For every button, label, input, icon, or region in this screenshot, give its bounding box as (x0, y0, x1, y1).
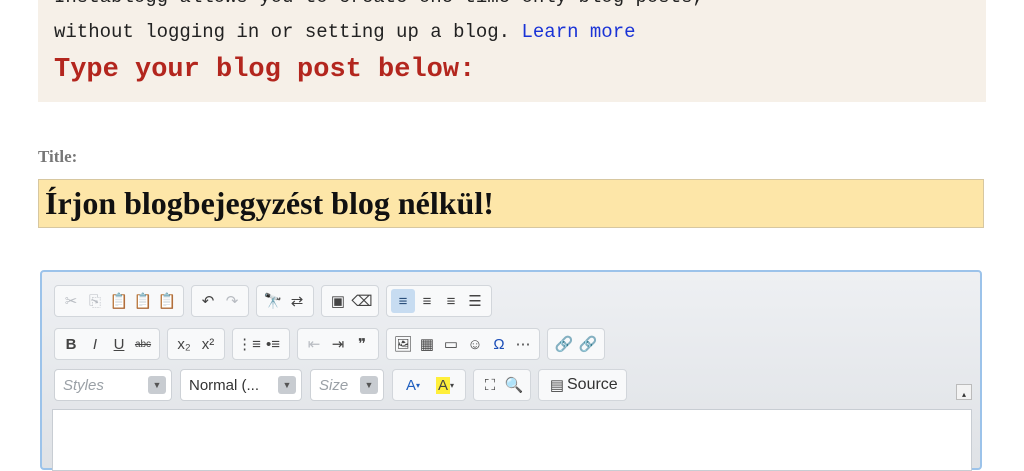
source-icon: ▤ (549, 377, 565, 394)
chevron-down-icon: ▼ (148, 376, 166, 394)
list-group: ⋮≡ •≡ (232, 328, 290, 360)
paste-word-icon[interactable]: 📋 (155, 289, 179, 313)
cut-icon[interactable]: ✂ (59, 289, 83, 313)
find-icon[interactable]: 🔭 (261, 289, 285, 313)
special-char-icon[interactable]: Ω (487, 332, 511, 356)
title-label: Title: (38, 147, 78, 166)
chevron-down-icon: ▼ (278, 376, 296, 394)
title-input[interactable] (38, 179, 984, 228)
justify-icon[interactable]: ☰ (463, 289, 487, 313)
select-all-icon[interactable]: ▣ (326, 289, 350, 313)
subscript-icon[interactable]: x₂ (172, 332, 196, 356)
remove-format-icon[interactable]: ⌫ (350, 289, 374, 313)
redo-icon[interactable]: ↷ (220, 289, 244, 313)
toolbar-row-3: Styles ▼ Normal (... ▼ Size ▼ A ▾ A ▾ ⛶ 🔍 … (54, 368, 627, 402)
smiley-icon[interactable]: ☺ (463, 332, 487, 356)
editor-content-area[interactable] (52, 409, 972, 471)
text-color-icon[interactable]: A ▾ (397, 373, 429, 397)
horizontal-rule-icon[interactable]: ▭ (439, 332, 463, 356)
undo-icon[interactable]: ↶ (196, 289, 220, 313)
size-dropdown[interactable]: Size ▼ (310, 369, 384, 401)
table-icon[interactable]: ▦ (415, 332, 439, 356)
maximize-icon[interactable]: ⛶ (478, 373, 502, 397)
clipboard-group: ✂ ⎘ 📋 📋 📋 (54, 285, 184, 317)
align-right-icon[interactable]: ≡ (439, 289, 463, 313)
tools-group: ⛶ 🔍 (473, 369, 531, 401)
copy-icon[interactable]: ⎘ (83, 289, 107, 313)
learn-more-link[interactable]: Learn more (521, 21, 635, 43)
chevron-down-icon: ▼ (360, 376, 378, 394)
indent-icon[interactable]: ⇥ (326, 332, 350, 356)
intro-line-2: without logging in or setting up a blog.… (54, 21, 636, 43)
size-dropdown-label: Size (319, 376, 349, 394)
color-group: A ▾ A ▾ (392, 369, 466, 401)
bold-icon[interactable]: B (59, 332, 83, 356)
align-center-icon[interactable]: ≡ (415, 289, 439, 313)
page-break-icon[interactable]: ⋯ (511, 332, 535, 356)
strikethrough-icon[interactable]: abc (131, 332, 155, 356)
collapse-toolbar-icon[interactable]: ▴ (956, 384, 972, 400)
background-color-icon[interactable]: A ▾ (429, 373, 461, 397)
link-group: 🔗 🔗 (547, 328, 605, 360)
bulleted-list-icon[interactable]: •≡ (261, 332, 285, 356)
link-icon[interactable]: 🔗 (552, 332, 576, 356)
paste-text-icon[interactable]: 📋 (131, 289, 155, 313)
intro-box: Instablogg allows you to create one-time… (38, 0, 986, 102)
replace-icon[interactable]: ⇄ (285, 289, 309, 313)
toolbar-row-2: B I U abc x₂ x² ⋮≡ •≡ ⇤ ⇥ ❞ 🖼 ▦ ▭ ☺ Ω ⋯ … (54, 327, 612, 361)
intro-line-2-text: without logging in or setting up a blog. (54, 21, 511, 43)
select-group: ▣ ⌫ (321, 285, 379, 317)
italic-icon[interactable]: I (83, 332, 107, 356)
outdent-icon[interactable]: ⇤ (302, 332, 326, 356)
format-dropdown[interactable]: Normal (... ▼ (180, 369, 302, 401)
superscript-icon[interactable]: x² (196, 332, 220, 356)
insert-group: 🖼 ▦ ▭ ☺ Ω ⋯ (386, 328, 540, 360)
paste-icon[interactable]: 📋 (107, 289, 131, 313)
preview-icon[interactable]: 🔍 (502, 373, 526, 397)
history-group: ↶ ↷ (191, 285, 249, 317)
indent-group: ⇤ ⇥ ❞ (297, 328, 379, 360)
align-group: ≡ ≡ ≡ ☰ (386, 285, 492, 317)
source-button[interactable]: ▤ Source (538, 369, 627, 401)
script-group: x₂ x² (167, 328, 225, 360)
unlink-icon[interactable]: 🔗 (576, 332, 600, 356)
underline-icon[interactable]: U (107, 332, 131, 356)
align-left-icon[interactable]: ≡ (391, 289, 415, 313)
basic-styles-group: B I U abc (54, 328, 160, 360)
source-button-label: Source (567, 376, 618, 393)
rich-text-editor: ✂ ⎘ 📋 📋 📋 ↶ ↷ 🔭 ⇄ ▣ ⌫ ≡ ≡ ≡ ☰ B I U abc … (40, 270, 982, 471)
type-heading: Type your blog post below: (54, 55, 476, 85)
styles-dropdown[interactable]: Styles ▼ (54, 369, 172, 401)
blockquote-icon[interactable]: ❞ (350, 332, 374, 356)
image-icon[interactable]: 🖼 (391, 332, 415, 356)
toolbar-row-1: ✂ ⎘ 📋 📋 📋 ↶ ↷ 🔭 ⇄ ▣ ⌫ ≡ ≡ ≡ ☰ (54, 284, 499, 318)
intro-line-1: Instablogg allows you to create one-time… (54, 0, 704, 8)
find-group: 🔭 ⇄ (256, 285, 314, 317)
numbered-list-icon[interactable]: ⋮≡ (237, 332, 261, 356)
format-dropdown-label: Normal (... (189, 376, 260, 394)
styles-dropdown-label: Styles (63, 376, 104, 394)
